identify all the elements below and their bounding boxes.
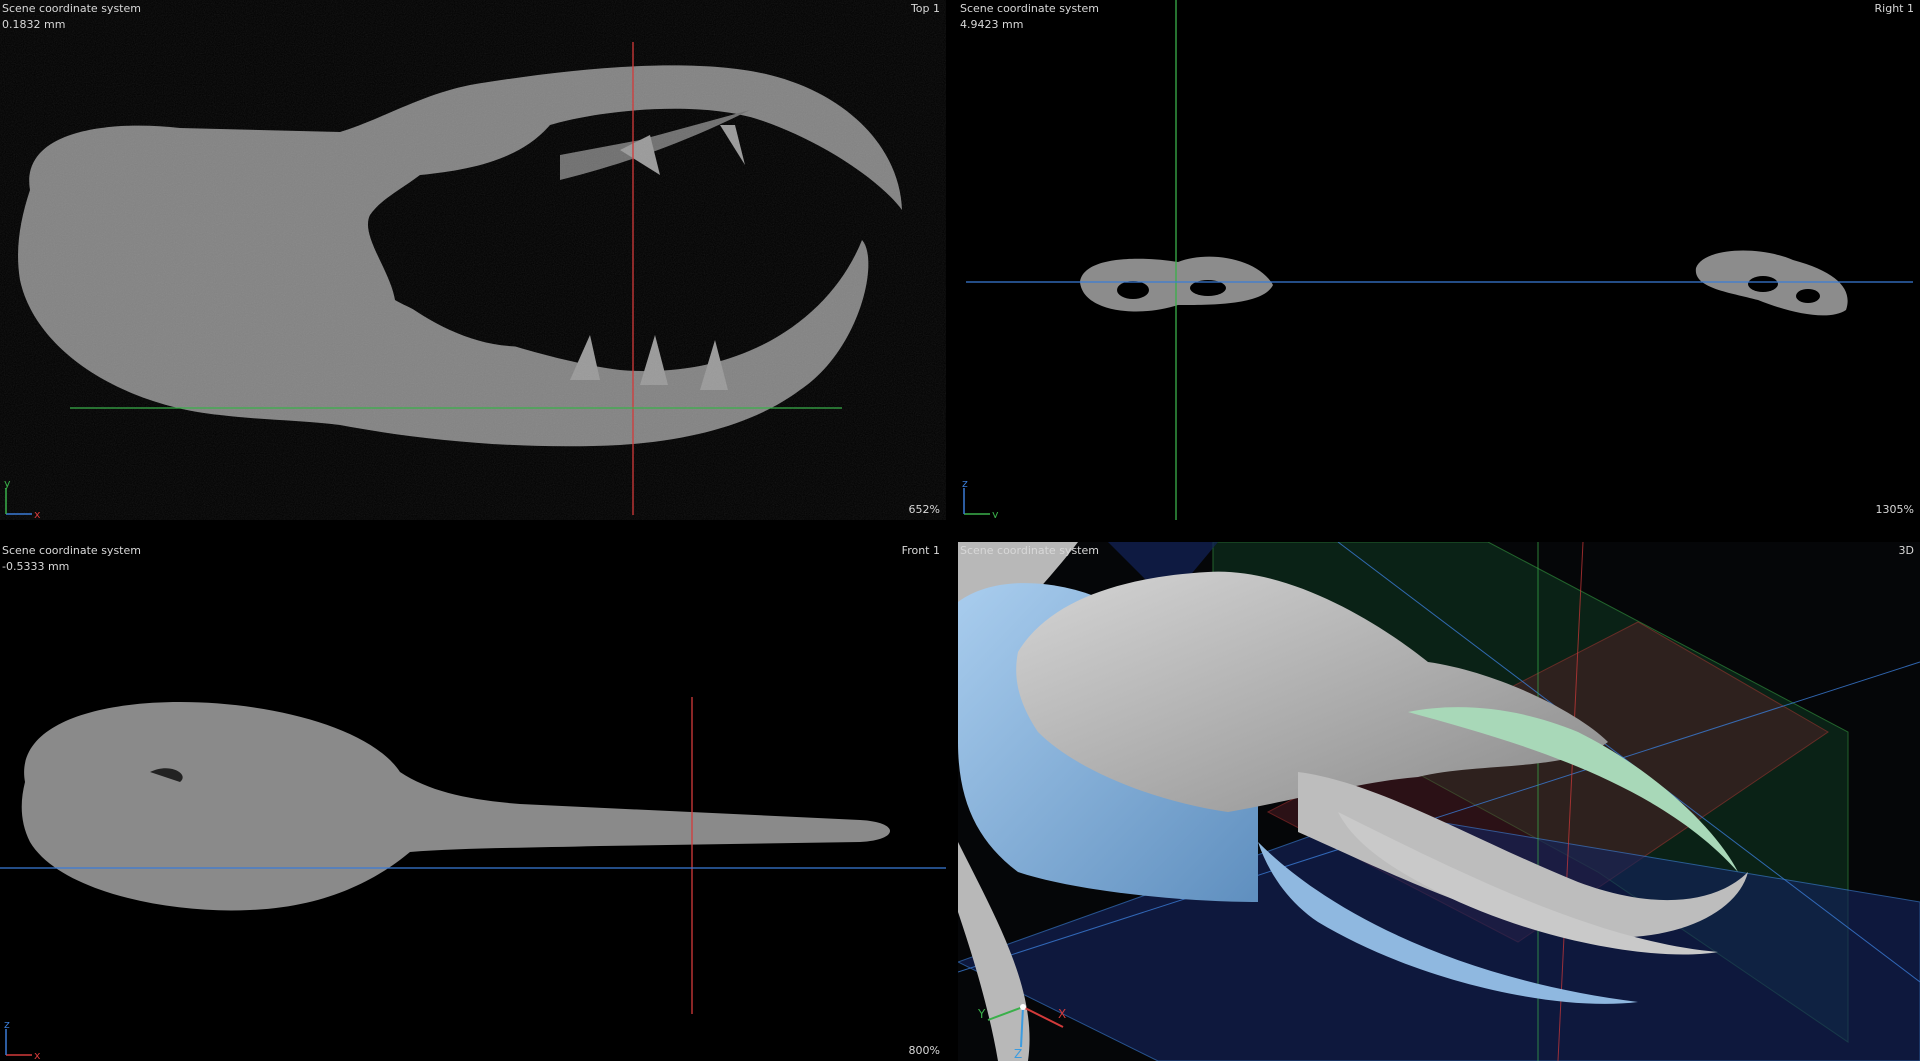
coordinate-system-label: Scene coordinate system <box>2 2 141 15</box>
coordinate-system-label: Scene coordinate system <box>960 544 1099 557</box>
front-slice-canvas <box>0 697 946 1014</box>
specimen-slice-front <box>21 702 891 911</box>
specimen-slice-top <box>0 0 946 520</box>
axis-x-label: x <box>34 1049 41 1059</box>
slice-position: 4.9423 mm <box>960 18 1024 31</box>
3d-render-canvas: X Y Z <box>958 542 1920 1061</box>
zoom-level: 652% <box>908 503 940 516</box>
viewport-front[interactable]: Scene coordinate system -0.5333 mm Front… <box>0 542 946 1061</box>
axis-triad-icon: y z <box>960 478 1000 518</box>
axis-y-label: y <box>992 508 999 518</box>
axis-z-label: z <box>4 1019 10 1031</box>
axis-x-label: X <box>1058 1007 1066 1021</box>
viewport-top[interactable]: Scene coordinate system 0.1832 mm Top 1 … <box>0 0 946 520</box>
viewport-right[interactable]: Scene coordinate system 4.9423 mm Right … <box>958 0 1920 520</box>
specimen-slice-right-right <box>1695 250 1848 316</box>
coordinate-system-label: Scene coordinate system <box>2 544 141 557</box>
view-name: Front 1 <box>901 544 940 557</box>
top-slice-canvas <box>0 0 946 520</box>
zoom-level: 800% <box>908 1044 940 1057</box>
slice-position: -0.5333 mm <box>2 560 70 573</box>
viewport-3d[interactable]: X Y Z Scene coordinate system 3D <box>958 542 1920 1061</box>
axis-x-label: x <box>34 508 41 518</box>
right-slice-canvas <box>966 0 1913 520</box>
axis-z-label: z <box>962 478 968 490</box>
coordinate-system-label: Scene coordinate system <box>960 2 1099 15</box>
axis-z-label: Z <box>1014 1047 1022 1061</box>
axis-y-label: y <box>4 478 11 490</box>
axis-triad-icon: x y <box>2 478 42 518</box>
view-name: Right 1 <box>1874 2 1914 15</box>
zoom-level: 1305% <box>1875 503 1914 516</box>
axis-y-label: Y <box>977 1007 986 1021</box>
slice-position: 0.1832 mm <box>2 18 66 31</box>
axis-triad-icon: x z <box>2 1019 42 1059</box>
view-name: Top 1 <box>910 2 940 15</box>
view-name: 3D <box>1898 544 1914 557</box>
